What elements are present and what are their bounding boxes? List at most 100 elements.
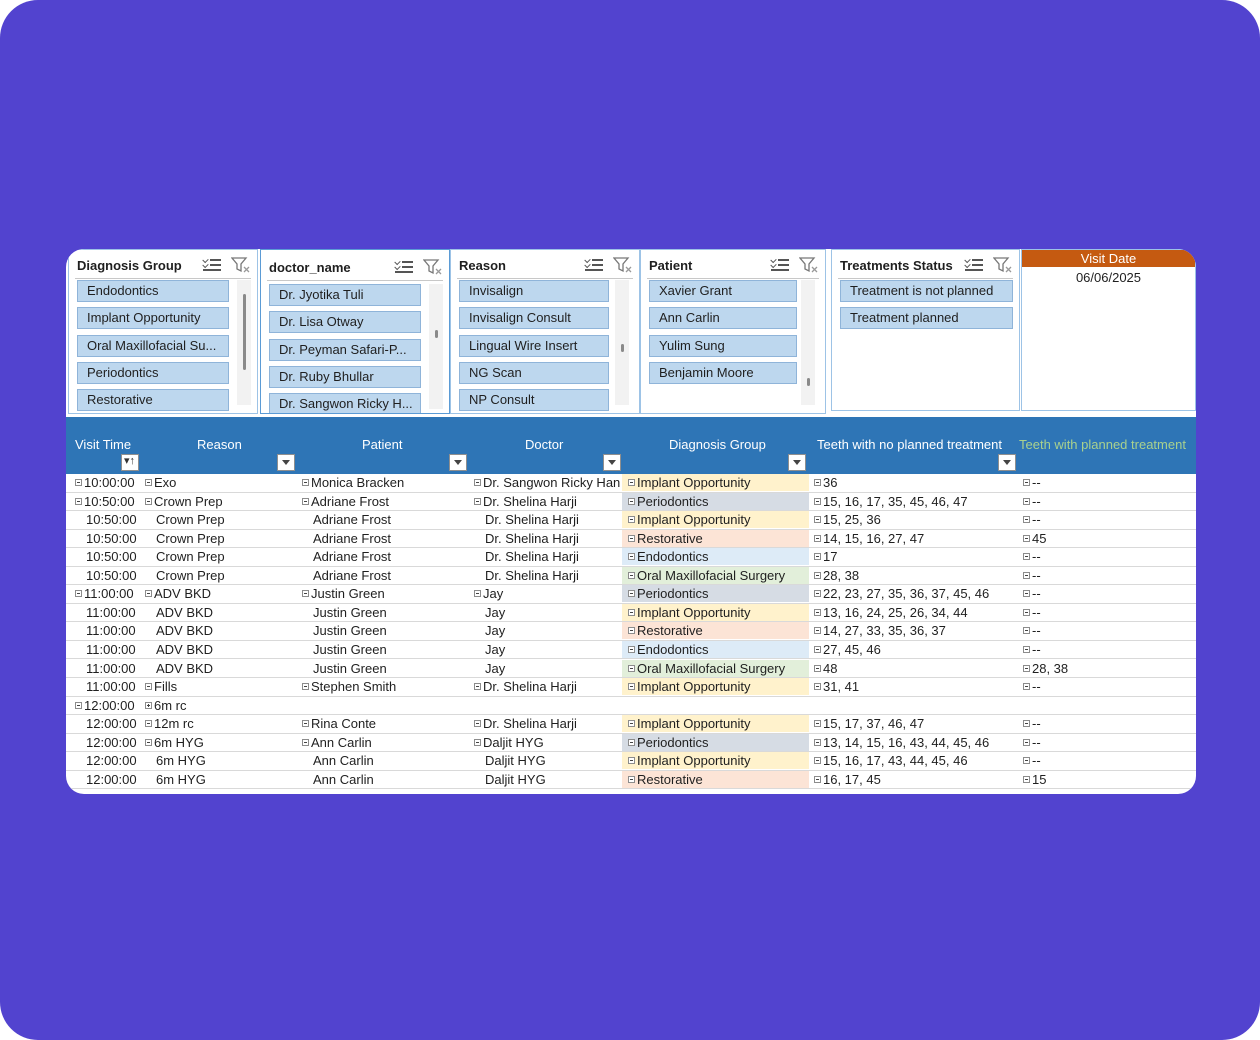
slicer-item[interactable]: Dr. Jyotika Tuli bbox=[269, 284, 421, 306]
collapse-icon[interactable] bbox=[628, 720, 635, 728]
collapse-icon[interactable] bbox=[302, 590, 309, 598]
slicer-item[interactable]: Endodontics bbox=[77, 280, 229, 302]
multi-select-icon[interactable] bbox=[584, 256, 605, 274]
collapse-icon[interactable] bbox=[145, 479, 152, 486]
clear-filter-icon[interactable] bbox=[799, 256, 819, 274]
collapse-icon[interactable] bbox=[1023, 608, 1030, 616]
collapse-icon[interactable] bbox=[814, 497, 821, 505]
slicer-item[interactable]: Xavier Grant bbox=[649, 280, 797, 302]
expand-icon[interactable] bbox=[145, 701, 152, 709]
collapse-icon[interactable] bbox=[1023, 757, 1030, 765]
collapse-icon[interactable] bbox=[1023, 738, 1030, 746]
collapse-icon[interactable] bbox=[1023, 571, 1030, 579]
collapse-icon[interactable] bbox=[75, 701, 82, 709]
collapse-icon[interactable] bbox=[1023, 627, 1030, 635]
collapse-icon[interactable] bbox=[814, 479, 821, 486]
slicer-item[interactable]: Dr. Sangwon Ricky H... bbox=[269, 393, 421, 413]
slicer-item[interactable]: Ann Carlin bbox=[649, 307, 797, 330]
collapse-icon[interactable] bbox=[628, 479, 635, 486]
collapse-icon[interactable] bbox=[628, 590, 635, 598]
slicer-item[interactable]: NP Consult bbox=[459, 389, 609, 412]
collapse-icon[interactable] bbox=[75, 497, 82, 505]
collapse-icon[interactable] bbox=[302, 738, 309, 746]
collapse-icon[interactable] bbox=[628, 683, 635, 691]
collapse-icon[interactable] bbox=[1023, 497, 1030, 505]
clear-filter-icon[interactable] bbox=[231, 256, 251, 274]
collapse-icon[interactable] bbox=[302, 720, 309, 728]
collapse-icon[interactable] bbox=[474, 479, 481, 486]
clear-filter-icon[interactable] bbox=[423, 258, 443, 276]
collapse-icon[interactable] bbox=[814, 757, 821, 765]
slicer-item[interactable]: Restorative bbox=[77, 389, 229, 412]
patient-filter-button[interactable] bbox=[449, 454, 467, 471]
collapse-icon[interactable] bbox=[814, 664, 821, 672]
collapse-icon[interactable] bbox=[474, 738, 481, 746]
scrollbar[interactable] bbox=[801, 280, 815, 405]
collapse-icon[interactable] bbox=[145, 720, 152, 728]
collapse-icon[interactable] bbox=[814, 738, 821, 746]
slicer-item[interactable]: Periodontics bbox=[77, 361, 229, 384]
multi-select-icon[interactable] bbox=[202, 256, 223, 274]
collapse-icon[interactable] bbox=[814, 608, 821, 616]
collapse-icon[interactable] bbox=[1023, 775, 1030, 783]
collapse-icon[interactable] bbox=[145, 497, 152, 505]
collapse-icon[interactable] bbox=[628, 534, 635, 542]
collapse-icon[interactable] bbox=[1023, 645, 1030, 653]
collapse-icon[interactable] bbox=[474, 497, 481, 505]
collapse-icon[interactable] bbox=[1023, 664, 1030, 672]
multi-select-icon[interactable] bbox=[394, 258, 415, 276]
collapse-icon[interactable] bbox=[145, 590, 152, 598]
reason-filter-button[interactable] bbox=[277, 454, 295, 471]
collapse-icon[interactable] bbox=[75, 590, 82, 598]
collapse-icon[interactable] bbox=[628, 627, 635, 635]
slicer-item[interactable]: Dr. Peyman Safari-P... bbox=[269, 338, 421, 361]
collapse-icon[interactable] bbox=[814, 627, 821, 635]
slicer-item[interactable]: NG Scan bbox=[459, 361, 609, 384]
collapse-icon[interactable] bbox=[814, 645, 821, 653]
collapse-icon[interactable] bbox=[474, 720, 481, 728]
sort-filter-button[interactable]: ▾↑ bbox=[121, 454, 139, 471]
collapse-icon[interactable] bbox=[474, 683, 481, 691]
collapse-icon[interactable] bbox=[145, 683, 152, 691]
doctor-filter-button[interactable] bbox=[603, 454, 621, 471]
collapse-icon[interactable] bbox=[628, 775, 635, 783]
collapse-icon[interactable] bbox=[628, 608, 635, 616]
collapse-icon[interactable] bbox=[628, 516, 635, 524]
slicer-item[interactable]: Benjamin Moore bbox=[649, 361, 797, 384]
multi-select-icon[interactable] bbox=[964, 256, 985, 274]
collapse-icon[interactable] bbox=[1023, 590, 1030, 598]
slicer-item[interactable]: Dr. Ruby Bhullar bbox=[269, 365, 421, 388]
slicer-item[interactable]: Lingual Wire Insert bbox=[459, 334, 609, 357]
slicer-item[interactable]: Yulim Sung bbox=[649, 334, 797, 357]
collapse-icon[interactable] bbox=[1023, 479, 1030, 486]
collapse-icon[interactable] bbox=[1023, 683, 1030, 691]
collapse-icon[interactable] bbox=[628, 757, 635, 765]
collapse-icon[interactable] bbox=[1023, 516, 1030, 524]
slicer-item[interactable]: Dr. Lisa Otway bbox=[269, 311, 421, 334]
clear-filter-icon[interactable] bbox=[993, 256, 1013, 274]
collapse-icon[interactable] bbox=[814, 553, 821, 561]
slicer-item[interactable]: Invisalign Consult bbox=[459, 307, 609, 330]
collapse-icon[interactable] bbox=[628, 645, 635, 653]
teeth-filter-button[interactable] bbox=[998, 454, 1016, 471]
collapse-icon[interactable] bbox=[302, 479, 309, 486]
collapse-icon[interactable] bbox=[1023, 553, 1030, 561]
collapse-icon[interactable] bbox=[814, 534, 821, 542]
scrollbar[interactable] bbox=[429, 284, 443, 409]
collapse-icon[interactable] bbox=[628, 553, 635, 561]
slicer-item[interactable]: Implant Opportunity bbox=[77, 307, 229, 330]
multi-select-icon[interactable] bbox=[770, 256, 791, 274]
collapse-icon[interactable] bbox=[302, 683, 309, 691]
collapse-icon[interactable] bbox=[628, 497, 635, 505]
slicer-item[interactable]: Treatment planned bbox=[840, 307, 1013, 330]
scrollbar[interactable] bbox=[237, 280, 251, 405]
collapse-icon[interactable] bbox=[628, 664, 635, 672]
collapse-icon[interactable] bbox=[75, 479, 82, 486]
slicer-item[interactable]: Treatment is not planned bbox=[840, 280, 1013, 302]
collapse-icon[interactable] bbox=[814, 720, 821, 728]
slicer-item[interactable]: Oral Maxillofacial Su... bbox=[77, 334, 229, 357]
collapse-icon[interactable] bbox=[814, 775, 821, 783]
collapse-icon[interactable] bbox=[145, 738, 152, 746]
collapse-icon[interactable] bbox=[814, 683, 821, 691]
collapse-icon[interactable] bbox=[814, 590, 821, 598]
